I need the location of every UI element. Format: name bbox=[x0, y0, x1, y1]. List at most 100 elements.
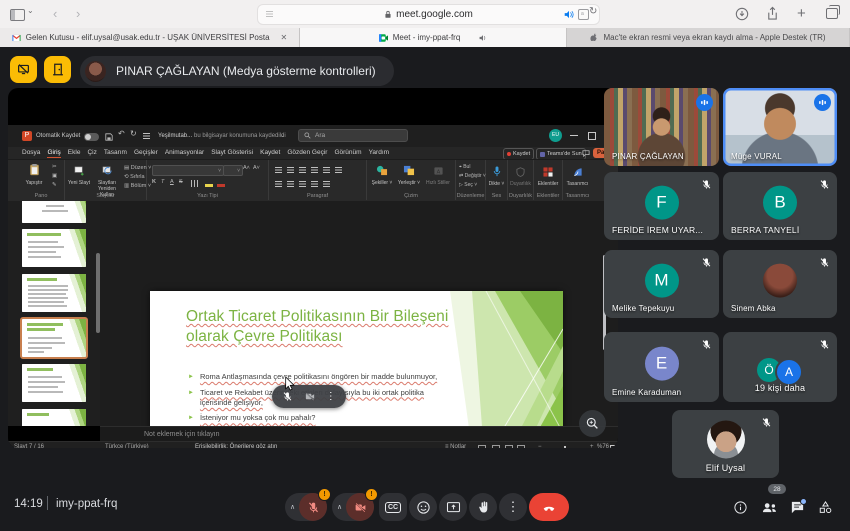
tab-close-icon[interactable]: ✕ bbox=[281, 33, 288, 42]
participant-tile-muge[interactable]: Müge VURAL bbox=[723, 88, 837, 166]
paste-button[interactable]: Yapıştır bbox=[22, 163, 46, 187]
comments-icon[interactable] bbox=[582, 150, 590, 157]
new-slide-button[interactable]: Yeni Slayt bbox=[67, 163, 91, 187]
indent-increase-icon[interactable] bbox=[311, 167, 318, 173]
font-family-select[interactable]: ˅ bbox=[152, 165, 224, 176]
select-button[interactable]: ▷ Seç ˅ bbox=[459, 182, 477, 188]
indent-decrease-icon[interactable] bbox=[299, 167, 306, 173]
raise-hand-button[interactable] bbox=[469, 493, 497, 521]
menu-slayt-gosterisi[interactable]: Slayt Gösterisi bbox=[211, 149, 253, 158]
search-box[interactable]: Ara bbox=[298, 129, 408, 142]
normal-view-icon[interactable] bbox=[478, 445, 486, 449]
cut-icon[interactable]: ✂ bbox=[52, 164, 57, 170]
sidebar-toggle-icon[interactable] bbox=[10, 9, 25, 21]
cam-options-chevron[interactable]: ∧ bbox=[337, 503, 342, 511]
autosave-toggle[interactable] bbox=[84, 133, 99, 141]
end-call-button[interactable] bbox=[529, 493, 569, 521]
thumb-slide-9[interactable]: 9 bbox=[22, 409, 86, 426]
maximize-button[interactable] bbox=[588, 132, 596, 140]
font-size-select[interactable]: ˅ bbox=[223, 165, 243, 176]
participant-tile-sinem[interactable]: Sinem Abka bbox=[723, 250, 837, 318]
participant-tile-feride[interactable]: F FERİDE İREM UYAR... bbox=[604, 172, 719, 240]
undo-icon[interactable]: ↶ bbox=[118, 129, 125, 138]
justify-icon[interactable] bbox=[311, 181, 318, 187]
shrink-font-icon[interactable]: A˅ bbox=[253, 165, 260, 171]
slide-canvas[interactable]: Ortak Ticaret Politikasının Bir Bileşeni… bbox=[150, 291, 563, 426]
reader-icon[interactable] bbox=[266, 11, 273, 17]
save-icon[interactable] bbox=[105, 133, 113, 141]
menu-yardim[interactable]: Yardım bbox=[369, 149, 389, 158]
tab-audio-icon[interactable] bbox=[564, 10, 574, 19]
menu-ekle[interactable]: Ekle bbox=[68, 149, 81, 158]
forward-button[interactable]: › bbox=[76, 0, 80, 28]
thumb-slide-7-selected[interactable]: 7 bbox=[22, 319, 86, 357]
address-bar[interactable]: meet.google.com a ↻ bbox=[257, 4, 600, 25]
tab-meet[interactable]: Meet - imy-ppat-frq bbox=[300, 28, 567, 47]
fit-to-window-icon[interactable] bbox=[610, 445, 617, 449]
share-zoom-button[interactable] bbox=[579, 410, 606, 437]
highlight-color-button[interactable] bbox=[205, 179, 213, 187]
bullet-list-icon[interactable] bbox=[275, 167, 282, 173]
sorter-view-icon[interactable] bbox=[492, 445, 500, 449]
zoom-percent[interactable]: %76 bbox=[597, 444, 609, 448]
account-avatar[interactable]: EU bbox=[549, 129, 562, 142]
thumb-slide-4[interactable]: 4 bbox=[22, 201, 86, 223]
strikethrough-button[interactable]: S bbox=[179, 179, 183, 185]
menu-ciz[interactable]: Çiz bbox=[87, 149, 96, 158]
thumbnail-scrollbar[interactable] bbox=[96, 253, 100, 333]
zoom-out-icon[interactable]: − bbox=[538, 444, 542, 448]
reload-icon[interactable]: ↻ bbox=[589, 0, 597, 26]
cam-warning-badge[interactable]: ! bbox=[365, 488, 378, 501]
align-center-icon[interactable] bbox=[287, 181, 294, 187]
room-lock-button[interactable] bbox=[44, 56, 71, 83]
thumb-slide-6[interactable]: 6 bbox=[22, 274, 86, 312]
tab-overview-icon[interactable] bbox=[826, 8, 838, 19]
back-button[interactable]: ‹ bbox=[53, 0, 57, 28]
zoom-in-icon[interactable]: + bbox=[590, 444, 594, 448]
doc-title-chevron[interactable]: ⌄ bbox=[280, 132, 285, 139]
minimize-button[interactable] bbox=[570, 135, 578, 136]
quick-access-icon[interactable] bbox=[143, 133, 150, 139]
dictate-button[interactable]: Dikte ˅ bbox=[488, 164, 505, 188]
participant-tile-self[interactable]: Elif Uysal bbox=[672, 410, 779, 478]
text-direction-icon[interactable] bbox=[335, 167, 342, 173]
format-painter-icon[interactable]: ✎ bbox=[52, 182, 57, 188]
more-options-button[interactable]: ⋮ bbox=[499, 493, 527, 521]
menu-dosya[interactable]: Dosya bbox=[22, 149, 40, 158]
tab-speaker-icon[interactable] bbox=[479, 34, 487, 42]
downloads-icon[interactable] bbox=[735, 7, 749, 21]
people-button[interactable] bbox=[761, 500, 778, 515]
notes-toggle[interactable]: ≡ Notlar bbox=[445, 444, 466, 448]
menu-kaydet[interactable]: Kaydet bbox=[260, 149, 280, 158]
activities-button[interactable] bbox=[818, 500, 833, 515]
quick-styles-button[interactable]: A Hızlı Stiller bbox=[424, 163, 452, 187]
slide-thumbnail-panel[interactable]: 4 5 6 bbox=[8, 201, 100, 426]
numbered-list-icon[interactable] bbox=[287, 167, 294, 173]
drag-handle-icon[interactable]: ⋮ bbox=[326, 391, 336, 402]
captions-button[interactable]: CC bbox=[379, 493, 407, 521]
menu-gorunum[interactable]: Görünüm bbox=[334, 149, 361, 158]
menu-animasyonlar[interactable]: Animasyonlar bbox=[165, 149, 204, 158]
bold-button[interactable]: K bbox=[152, 179, 156, 185]
participant-tile-pinar[interactable]: PINAR ÇAĞLAYAN bbox=[604, 88, 719, 166]
menu-gozden-gecir[interactable]: Gözden Geçir bbox=[287, 149, 327, 158]
mic-off-icon[interactable] bbox=[282, 391, 293, 402]
camera-off-icon[interactable] bbox=[304, 391, 316, 402]
designer-button[interactable]: Tasarımcı bbox=[566, 164, 589, 188]
translate-icon[interactable]: a bbox=[578, 9, 589, 20]
slide-title[interactable]: Ortak Ticaret Politikasının Bir Bileşeni… bbox=[186, 307, 468, 347]
slideshow-view-icon[interactable] bbox=[517, 445, 525, 449]
mic-options-chevron[interactable]: ∧ bbox=[290, 503, 295, 511]
reset-button[interactable]: ⟲ Sıfırla bbox=[124, 174, 145, 180]
info-button[interactable] bbox=[733, 500, 748, 515]
media-lock-button[interactable] bbox=[10, 56, 37, 83]
find-button[interactable]: ⌖ Bul bbox=[459, 164, 470, 170]
grow-font-icon[interactable]: A˄ bbox=[243, 165, 250, 171]
chat-button[interactable] bbox=[790, 500, 805, 515]
shapes-button[interactable]: Şekiller ˅ bbox=[370, 163, 394, 187]
participant-tile-berra[interactable]: B BERRA TANYELİ bbox=[723, 172, 837, 240]
notes-area[interactable]: Not eklemek için tıklayın bbox=[100, 426, 618, 442]
thumb-slide-5[interactable]: 5 bbox=[22, 229, 86, 267]
replace-button[interactable]: ⇄ Değiştir ˅ bbox=[459, 173, 486, 179]
reading-view-icon[interactable] bbox=[505, 445, 513, 449]
